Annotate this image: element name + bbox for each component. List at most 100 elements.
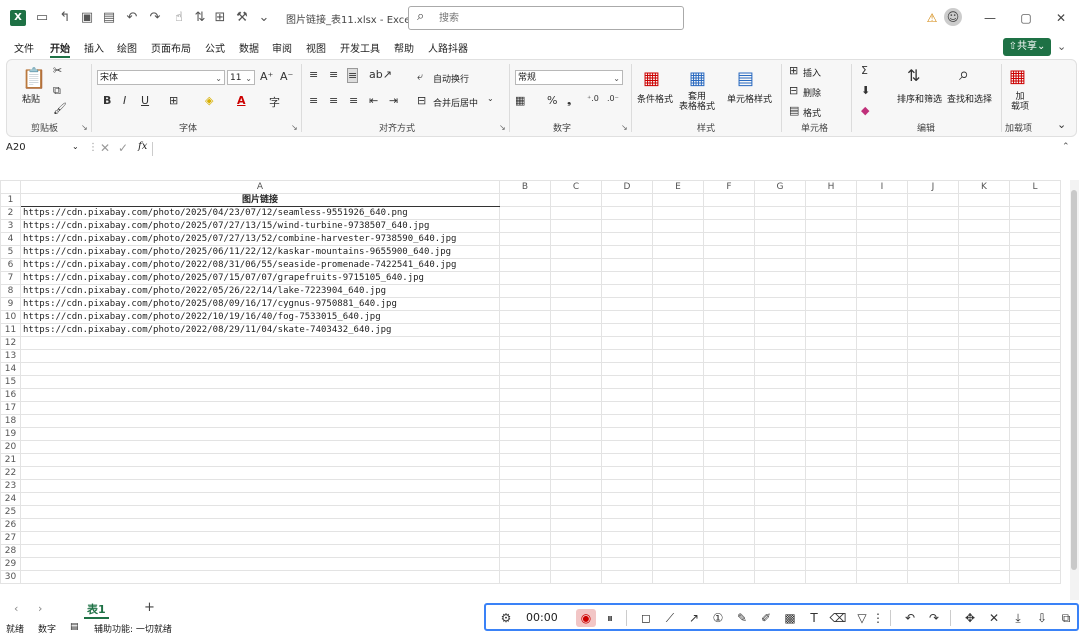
cell[interactable] [907, 271, 959, 285]
cell[interactable] [856, 427, 908, 441]
alignment-launcher-icon[interactable]: ↘ [499, 123, 506, 132]
cell[interactable] [805, 349, 857, 363]
font-color-icon[interactable]: A [237, 94, 246, 107]
cell[interactable] [958, 492, 1010, 506]
cell[interactable] [652, 479, 704, 493]
cell[interactable] [550, 219, 602, 233]
sheet-tab[interactable]: 表1 [84, 601, 109, 619]
cell[interactable] [856, 323, 908, 337]
cell[interactable] [499, 284, 551, 298]
cell[interactable] [1009, 453, 1061, 467]
column-header[interactable]: A [20, 180, 500, 194]
cell[interactable] [907, 570, 959, 584]
search-input[interactable] [437, 9, 671, 27]
column-header[interactable]: K [958, 180, 1010, 194]
addins-label[interactable]: 加 载项 [1011, 92, 1029, 112]
cell[interactable] [652, 297, 704, 311]
find-select-label[interactable]: 查找和选择 [947, 92, 992, 105]
phonetic-icon[interactable]: 字 [269, 94, 280, 110]
cell[interactable] [20, 440, 500, 454]
cell[interactable] [1009, 427, 1061, 441]
cell[interactable]: https://cdn.pixabay.com/photo/2022/08/29… [20, 323, 500, 337]
tab-formulas[interactable]: 公式 [205, 40, 225, 55]
cell[interactable] [652, 557, 704, 571]
cell[interactable] [20, 479, 500, 493]
cell[interactable] [550, 440, 602, 454]
column-header[interactable]: C [550, 180, 602, 194]
cell[interactable] [652, 492, 704, 506]
cell[interactable] [703, 544, 755, 558]
share-button[interactable]: ⇧共享⌄ [1003, 38, 1051, 56]
cell[interactable] [907, 466, 959, 480]
cell[interactable] [550, 518, 602, 532]
cell[interactable] [856, 388, 908, 402]
macro-record-icon[interactable]: ▤ [70, 622, 79, 632]
row-header[interactable]: 8 [0, 284, 21, 298]
settings-gear-icon[interactable]: ⚙ [496, 609, 516, 627]
format-as-table-label[interactable]: 套用 表格格式 [679, 92, 715, 112]
undo-icon[interactable]: ↶ [900, 609, 920, 627]
redo-icon[interactable]: ↷ [147, 10, 163, 26]
cell[interactable] [499, 388, 551, 402]
cell[interactable] [754, 284, 806, 298]
cell[interactable] [907, 557, 959, 571]
cell[interactable] [20, 414, 500, 428]
cell[interactable]: https://cdn.pixabay.com/photo/2025/07/27… [20, 232, 500, 246]
cell[interactable] [550, 401, 602, 415]
cell[interactable] [754, 479, 806, 493]
decrease-indent-icon[interactable]: ⇤ [369, 94, 378, 107]
cell[interactable] [1009, 258, 1061, 272]
tab-view[interactable]: 视图 [306, 40, 326, 55]
row-header[interactable]: 1 [0, 193, 21, 207]
cell[interactable] [907, 453, 959, 467]
cell[interactable] [652, 284, 704, 298]
tab-developer[interactable]: 开发工具 [340, 40, 380, 55]
cell[interactable] [652, 336, 704, 350]
cell[interactable] [499, 505, 551, 519]
cell[interactable] [907, 531, 959, 545]
cell[interactable] [601, 297, 653, 311]
font-launcher-icon[interactable]: ↘ [291, 123, 298, 132]
spreadsheet-grid[interactable]: ABCDEFGHIJKL 1 图片链接 2 https://cdn.pixabay.c… [0, 180, 1070, 600]
cell[interactable] [703, 440, 755, 454]
highlighter-icon[interactable]: ✐ [756, 609, 776, 627]
cell[interactable] [805, 518, 857, 532]
cell[interactable] [703, 219, 755, 233]
cell[interactable] [601, 323, 653, 337]
cell[interactable] [907, 479, 959, 493]
cell[interactable] [20, 531, 500, 545]
download-icon[interactable]: ⤓ [1008, 609, 1028, 627]
cell[interactable] [754, 440, 806, 454]
cell[interactable]: https://cdn.pixabay.com/photo/2025/07/15… [20, 271, 500, 285]
cell[interactable] [652, 362, 704, 376]
tab-page-layout[interactable]: 页面布局 [151, 40, 191, 55]
delete-cells-icon[interactable]: ⊟ [789, 84, 798, 97]
underline-button[interactable]: U [141, 94, 149, 107]
redo-icon[interactable]: ↷ [924, 609, 944, 627]
align-left-icon[interactable]: ≡ [309, 94, 318, 107]
cell[interactable] [499, 362, 551, 376]
cell[interactable] [805, 258, 857, 272]
cell[interactable] [499, 427, 551, 441]
cell[interactable] [601, 570, 653, 584]
insert-function-button[interactable]: fx [138, 141, 147, 152]
row-header[interactable]: 9 [0, 297, 21, 311]
column-header[interactable]: G [754, 180, 806, 194]
cell[interactable] [1009, 206, 1061, 220]
cell[interactable] [499, 232, 551, 246]
cell[interactable] [20, 362, 500, 376]
minimize-icon[interactable]: — [980, 8, 1000, 28]
cell[interactable] [652, 414, 704, 428]
cell[interactable] [1009, 401, 1061, 415]
save-as-icon[interactable]: ▤ [101, 10, 117, 26]
cell[interactable] [499, 323, 551, 337]
cell[interactable] [550, 206, 602, 220]
chevron-down-icon[interactable]: ⌄ [487, 94, 494, 103]
customize-qat-icon[interactable]: ⌄ [256, 10, 272, 26]
cell[interactable] [907, 219, 959, 233]
eraser-icon[interactable]: ⌫ [828, 609, 848, 627]
cell[interactable] [907, 401, 959, 415]
row-header[interactable]: 24 [0, 492, 21, 506]
cell[interactable] [1009, 271, 1061, 285]
cell[interactable] [550, 362, 602, 376]
